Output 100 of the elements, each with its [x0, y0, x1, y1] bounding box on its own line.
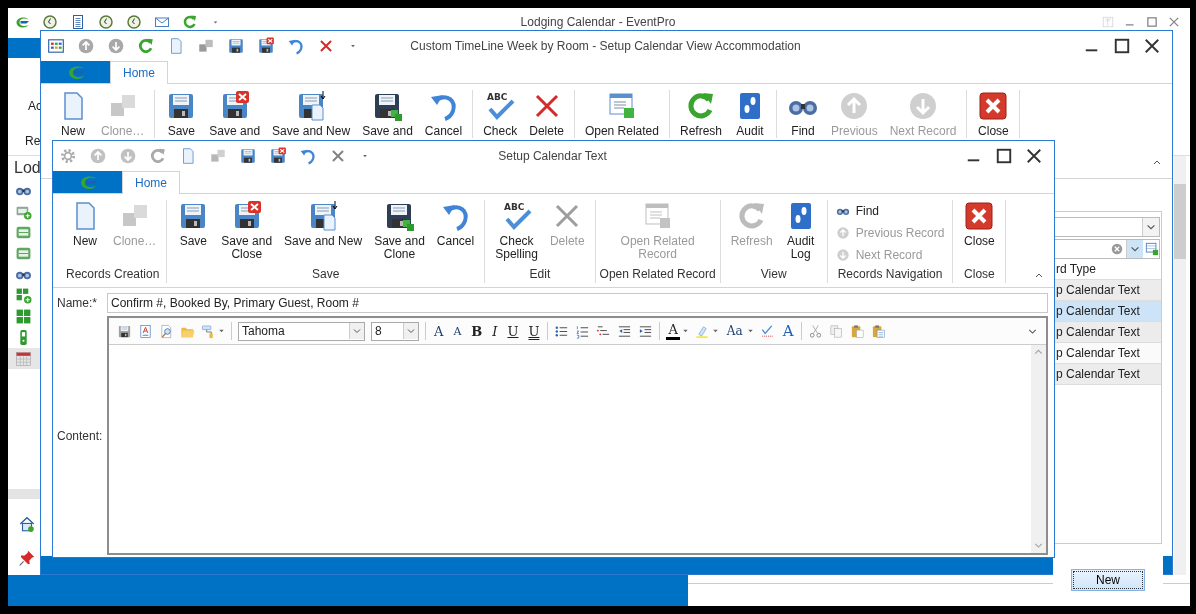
cubes-icon[interactable]: [209, 147, 227, 165]
name-field[interactable]: Confirm #, Booked By, Primary Guest, Room #: [107, 293, 1048, 313]
caret-icon[interactable]: [711, 328, 719, 334]
font-color-button[interactable]: A: [666, 322, 680, 340]
paste-icon[interactable]: [850, 323, 866, 339]
scrollbar[interactable]: [1031, 345, 1046, 553]
chevron-down-icon: [349, 323, 364, 339]
ribbon-button[interactable]: Save and: [356, 90, 419, 138]
bed-icon: [15, 224, 32, 241]
ribbon-button[interactable]: New: [63, 200, 107, 267]
ribbon-button[interactable]: Save: [159, 90, 204, 138]
font-size-dropdown[interactable]: 8: [371, 321, 419, 341]
indent-icon[interactable]: [638, 323, 654, 339]
chevron-down-icon[interactable]: [1126, 240, 1143, 258]
numbering-icon[interactable]: [575, 323, 591, 339]
save-icon[interactable]: [117, 323, 132, 339]
close-icon: [963, 200, 996, 232]
caret-icon[interactable]: [218, 328, 225, 334]
ribbon-button[interactable]: Close: [971, 90, 1016, 138]
field-label: Name:*: [57, 296, 98, 310]
cubes-icon[interactable]: [197, 37, 215, 55]
ribbon-button[interactable]: Save and New: [278, 200, 369, 267]
save-close-icon[interactable]: [257, 37, 275, 55]
clear-format-button[interactable]: A: [780, 321, 796, 341]
ribbon-button[interactable]: Save and: [203, 90, 267, 138]
format-painter-icon[interactable]: [201, 323, 216, 339]
ribbon-button[interactable]: New: [51, 90, 95, 138]
nav-item[interactable]: [8, 348, 40, 369]
group-label: View: [760, 267, 787, 283]
ribbon-button[interactable]: Cancel: [430, 200, 481, 267]
refresh-icon[interactable]: [149, 147, 167, 165]
calendar-icon: [15, 350, 32, 367]
group-label: Close: [964, 267, 995, 283]
paste-special-icon[interactable]: [871, 323, 887, 339]
ribbon-button[interactable]: Save and Close: [215, 200, 279, 267]
bold-button[interactable]: B: [469, 321, 485, 341]
table-row[interactable]: p Calendar Text: [1055, 343, 1161, 364]
ribbon-button[interactable]: Save: [171, 200, 216, 267]
document-icon[interactable]: [70, 14, 86, 30]
ribbon-button[interactable]: Open Related: [578, 90, 665, 138]
undo-icon[interactable]: [299, 147, 317, 165]
clock-icon[interactable]: [98, 14, 114, 30]
ribbon-button[interactable]: Cancel: [418, 90, 469, 138]
italic-button[interactable]: I: [490, 321, 500, 341]
new-button[interactable]: New: [1071, 569, 1145, 591]
ribbon-button[interactable]: Save and Clone: [368, 200, 431, 267]
ribbon-button[interactable]: Refresh: [673, 90, 728, 138]
window-title: Lodging Calendar - EventPro: [520, 15, 676, 29]
save-close-icon[interactable]: [269, 147, 287, 165]
table-row[interactable]: p Calendar Text: [1055, 301, 1161, 322]
table-row[interactable]: p Calendar Text: [1055, 364, 1161, 385]
grid-icon[interactable]: [47, 37, 65, 55]
home-icon[interactable]: [18, 515, 36, 533]
clock-icon[interactable]: [42, 14, 58, 30]
pin-icon[interactable]: [18, 549, 36, 567]
scissors-icon[interactable]: [808, 323, 824, 339]
ribbon-tab[interactable]: Home: [110, 61, 168, 84]
ribbon-button[interactable]: Audit: [728, 90, 772, 138]
preview-icon[interactable]: [159, 323, 174, 339]
save-icon[interactable]: [239, 147, 257, 165]
scrollbar[interactable]: [1174, 156, 1186, 575]
underline-button[interactable]: U: [505, 321, 521, 341]
ribbon-button[interactable]: Delete: [523, 90, 570, 138]
filter-field[interactable]: [1055, 239, 1160, 259]
save-icon[interactable]: [227, 37, 245, 55]
mail-icon[interactable]: [154, 14, 170, 30]
ribbon-button[interactable]: Find: [781, 90, 825, 138]
clock-icon[interactable]: [126, 14, 142, 30]
style-icon[interactable]: [138, 323, 153, 339]
grid-settings-icon[interactable]: [1145, 242, 1159, 256]
gear-icon[interactable]: [59, 147, 77, 165]
refresh-icon[interactable]: [137, 37, 155, 55]
ribbon-tab[interactable]: Home: [122, 171, 180, 194]
dropdown-field[interactable]: [1055, 217, 1160, 237]
window-title: Setup Calendar Text: [498, 149, 607, 163]
shrink-font-button[interactable]: A: [451, 321, 464, 341]
ribbon-button[interactable]: ABC Check: [477, 90, 524, 138]
x-icon[interactable]: [317, 37, 335, 55]
outdent-icon[interactable]: [617, 323, 633, 339]
ribbon-button[interactable]: ABC Check Spelling: [489, 200, 544, 267]
refresh-icon[interactable]: [182, 14, 198, 30]
font-dropdown[interactable]: Tahoma: [238, 321, 365, 341]
ribbon-button[interactable]: Audit Log: [778, 200, 823, 267]
caret-icon[interactable]: [681, 328, 689, 334]
close-icon: [977, 90, 1010, 122]
ribbon-button[interactable]: Close: [957, 200, 1002, 267]
bed-icon: [15, 245, 32, 262]
table-row[interactable]: p Calendar Text: [1055, 280, 1161, 301]
ribbon-button[interactable]: Find: [831, 200, 884, 222]
double-underline-button[interactable]: U: [526, 321, 542, 341]
undo-icon[interactable]: [287, 37, 305, 55]
x-icon[interactable]: [329, 147, 347, 165]
caret-icon[interactable]: [746, 328, 754, 334]
change-case-button[interactable]: Aa: [724, 321, 745, 341]
table-row[interactable]: p Calendar Text: [1055, 322, 1161, 343]
grid-add-icon: [15, 287, 32, 304]
clear-icon[interactable]: [1110, 242, 1124, 256]
ribbon-button[interactable]: Save and New: [266, 90, 357, 138]
grow-font-button[interactable]: A: [432, 321, 446, 341]
spell-check-icon[interactable]: [759, 323, 775, 339]
